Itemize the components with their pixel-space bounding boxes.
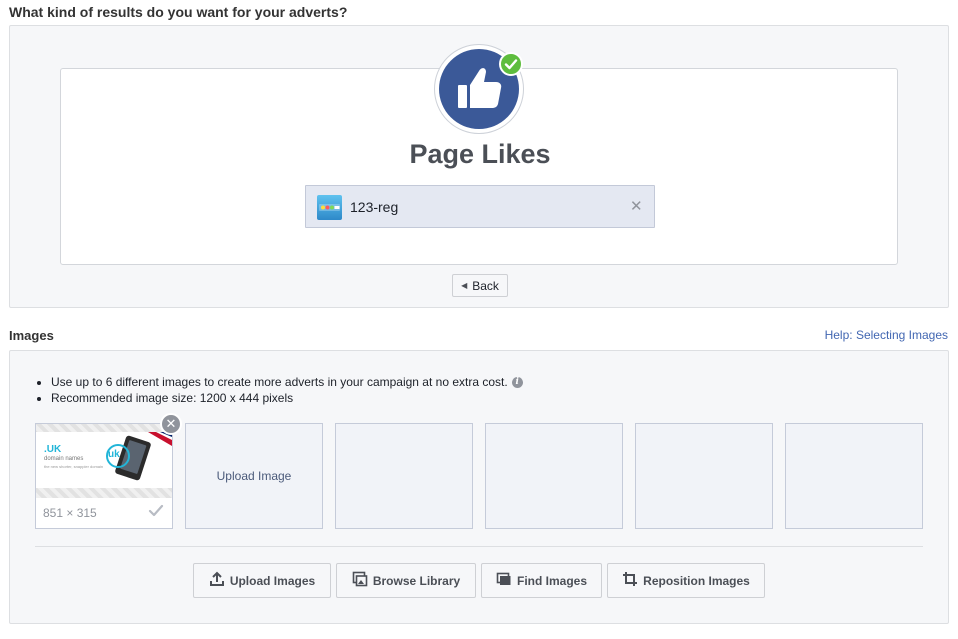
caret-left-icon: ◀ bbox=[461, 281, 468, 290]
find-images-icon bbox=[496, 571, 512, 590]
find-images-button[interactable]: Find Images bbox=[481, 563, 602, 598]
help-selecting-images-link[interactable]: Help: Selecting Images bbox=[825, 328, 948, 342]
uploaded-image-thumbnail: .UK domain names the new shorter, snappi… bbox=[36, 424, 172, 498]
banner-badge: uk bbox=[108, 449, 120, 460]
guideline-size: Recommended image size: 1200 x 444 pixel… bbox=[51, 391, 523, 405]
empty-image-slot[interactable] bbox=[785, 423, 923, 529]
empty-image-slot[interactable] bbox=[485, 423, 623, 529]
guideline-count: Use up to 6 different images to create m… bbox=[51, 375, 523, 389]
banner-line-2: the new shorter, snappier domain bbox=[44, 464, 104, 469]
banner-line-1: domain names bbox=[44, 456, 84, 462]
crop-icon bbox=[622, 571, 638, 590]
objective-question: What kind of results do you want for you… bbox=[9, 4, 348, 20]
image-dimensions: 851 × 315 bbox=[43, 506, 97, 520]
checkmark-icon bbox=[148, 504, 164, 523]
remove-image-close-icon[interactable]: ✕ bbox=[160, 413, 182, 435]
image-guidelines: Use up to 6 different images to create m… bbox=[20, 375, 523, 407]
upload-image-label: Upload Image bbox=[216, 469, 292, 483]
close-icon[interactable]: ✕ bbox=[630, 197, 643, 215]
banner-logo-text: .UK bbox=[44, 444, 62, 455]
reposition-images-button[interactable]: Reposition Images bbox=[607, 563, 765, 598]
divider bbox=[35, 546, 923, 547]
upload-image-slot[interactable]: Upload Image bbox=[185, 423, 323, 529]
objective-panel: Page Likes 123-reg ✕ ◀ Back bbox=[9, 25, 949, 308]
objective-title: Page Likes bbox=[409, 139, 551, 169]
selected-page-name: 123-reg bbox=[350, 199, 399, 215]
upload-images-button[interactable]: Upload Images bbox=[193, 563, 331, 598]
selected-page-chip[interactable]: 123-reg ✕ bbox=[305, 185, 655, 228]
back-button[interactable]: ◀ Back bbox=[452, 274, 508, 297]
info-icon[interactable]: i bbox=[511, 377, 523, 389]
upload-icon bbox=[209, 571, 225, 590]
empty-image-slot[interactable] bbox=[635, 423, 773, 529]
check-icon bbox=[499, 52, 523, 76]
images-heading: Images bbox=[9, 328, 54, 343]
page-avatar bbox=[317, 195, 342, 220]
empty-image-slot[interactable] bbox=[335, 423, 473, 529]
library-icon bbox=[352, 571, 368, 590]
browse-library-button[interactable]: Browse Library bbox=[336, 563, 476, 598]
uploaded-image-slot[interactable]: .UK domain names the new shorter, snappi… bbox=[35, 423, 173, 529]
images-panel: Use up to 6 different images to create m… bbox=[9, 350, 949, 624]
